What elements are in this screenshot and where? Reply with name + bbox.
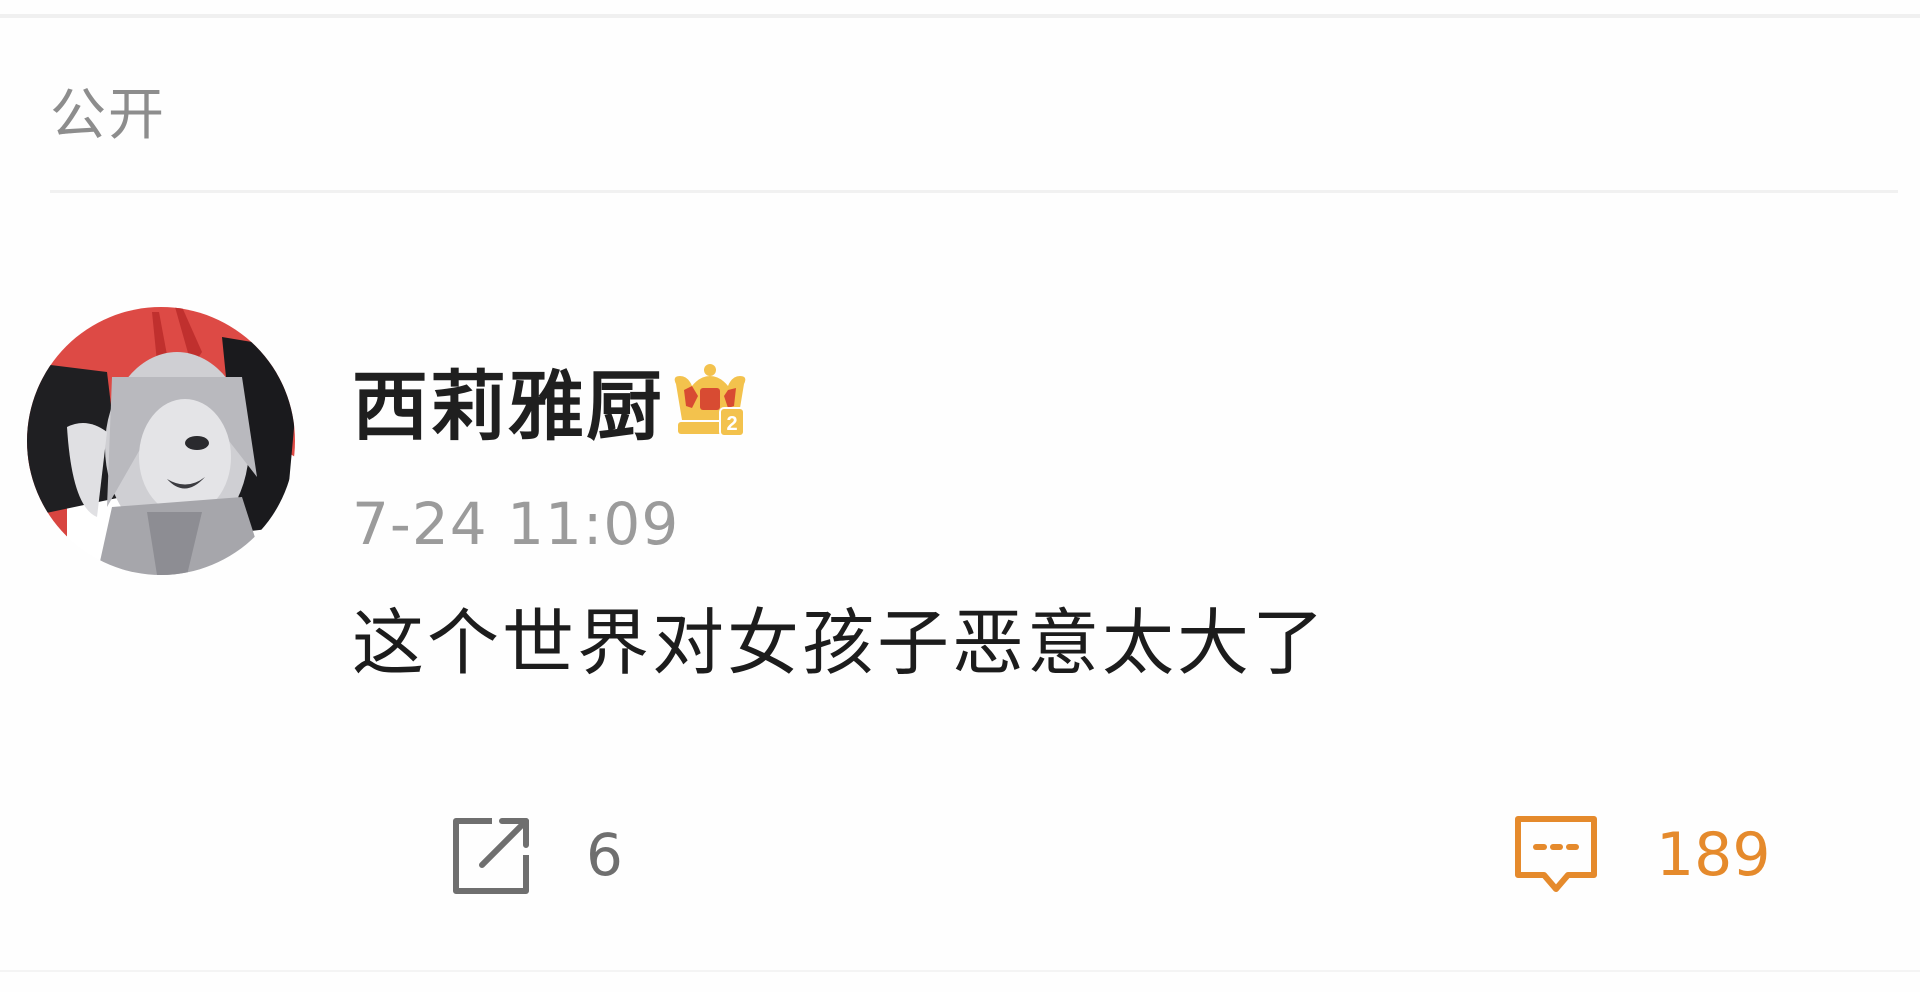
share-button[interactable]: 6 [446, 810, 623, 900]
comment-page: 公开 西莉雅厨 2 7-24 11:09 这个世界对女孩子恶意太大了 6 189 [0, 0, 1920, 992]
section-divider [50, 190, 1898, 193]
top-divider [0, 14, 1920, 18]
timestamp: 7-24 11:09 [352, 490, 680, 558]
bottom-divider [0, 970, 1920, 972]
svg-text:2: 2 [726, 413, 737, 435]
anime-avatar-icon [27, 307, 295, 575]
avatar[interactable] [27, 307, 295, 575]
comment-count: 189 [1656, 820, 1771, 890]
username[interactable]: 西莉雅厨 [352, 364, 664, 450]
comment-text: 这个世界对女孩子恶意太大了 [352, 601, 1328, 685]
share-count: 6 [586, 821, 623, 889]
share-icon [453, 818, 529, 894]
visibility-label: 公开 [50, 83, 166, 148]
comment-icon [1515, 816, 1597, 892]
comment-button[interactable]: 189 [1510, 810, 1771, 900]
crown-vip-icon[interactable]: 2 [670, 362, 750, 444]
